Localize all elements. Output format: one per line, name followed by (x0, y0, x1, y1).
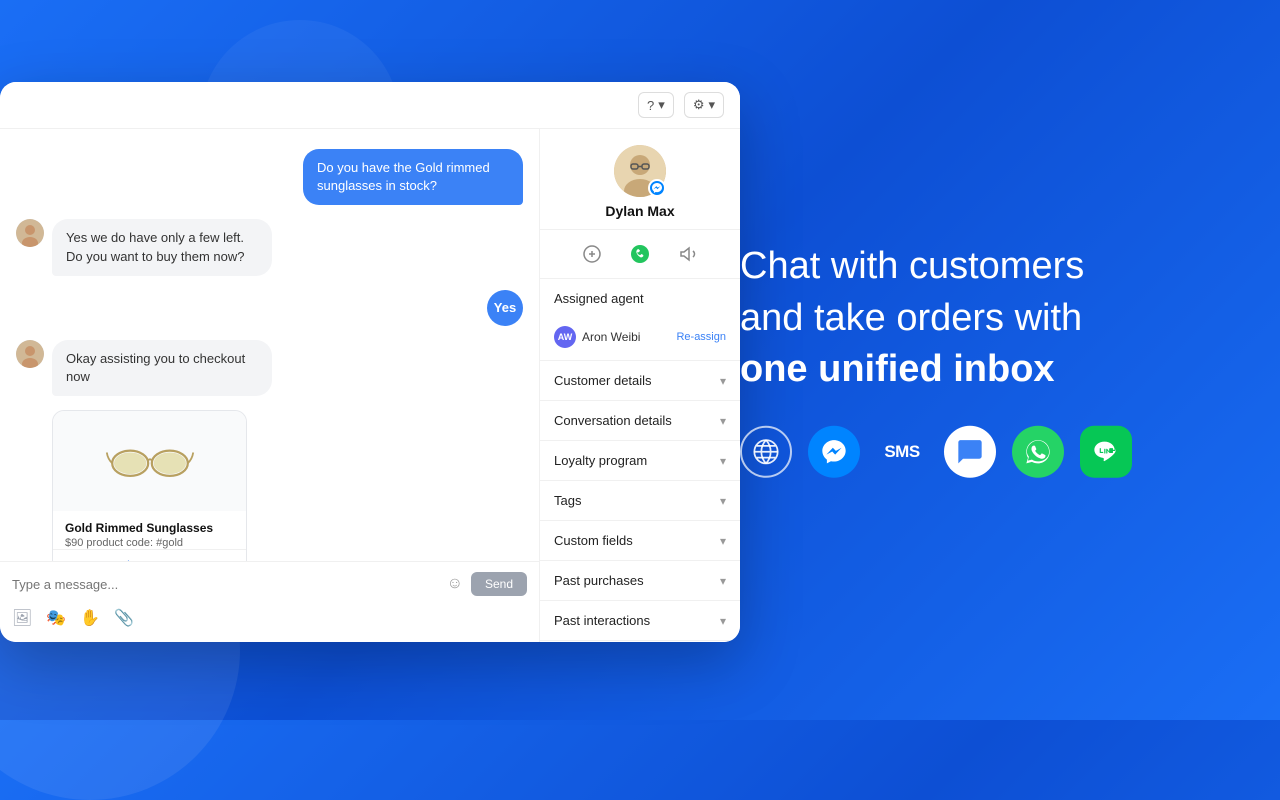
avatar (16, 340, 44, 368)
product-card: Gold Rimmed Sunglasses $90 product code:… (52, 410, 247, 561)
message-input[interactable] (12, 577, 439, 592)
chevron-down-icon: ▾ (720, 454, 726, 468)
settings-icon: ⚙ (693, 97, 705, 113)
send-button[interactable]: Send (471, 572, 527, 596)
chevron-down-icon: ▾ (720, 494, 726, 508)
past-purchases-label: Past purchases (554, 573, 644, 588)
right-panel: Dylan Max (540, 129, 740, 642)
chevron-down-icon: ▾ (720, 574, 726, 588)
contact-header: Dylan Max (540, 129, 740, 230)
conversation-details-section: Conversation details ▾ (540, 401, 740, 441)
attachment-icon[interactable]: 🖼 (12, 608, 32, 628)
contact-avatar-wrap (614, 145, 666, 197)
past-interactions-header[interactable]: Past interactions ▾ (540, 601, 740, 640)
customer-details-label: Customer details (554, 373, 652, 388)
help-button[interactable]: ? ▾ (638, 92, 674, 118)
customer-details-section: Customer details ▾ (540, 361, 740, 401)
conversation-details-header[interactable]: Conversation details ▾ (540, 401, 740, 440)
agent-row: AW Aron Weibi Re-assign (540, 318, 740, 360)
chevron-down-icon: ▾ (720, 534, 726, 548)
messenger-badge (648, 179, 666, 197)
chat-panel: Do you have the Gold rimmed sunglasses i… (0, 129, 540, 642)
assigned-agent-section: Assigned agent AW Aron Weibi Re-assign (540, 279, 740, 361)
megaphone-action-icon[interactable] (674, 240, 702, 268)
contact-actions (540, 230, 740, 279)
bubble-incoming: Okay assisting you to checkout now (52, 340, 272, 396)
chat-action-icon[interactable] (578, 240, 606, 268)
tagline-line2: and take orders with (740, 294, 1220, 342)
loyalty-program-section: Loyalty program ▾ (540, 441, 740, 481)
messenger-icon (808, 425, 860, 477)
product-actions: buy now view details (53, 549, 246, 561)
loyalty-program-header[interactable]: Loyalty program ▾ (540, 441, 740, 480)
avatar (16, 219, 44, 247)
tagline-line1: Chat with customers (740, 243, 1220, 291)
buy-now-button[interactable]: buy now (53, 549, 246, 561)
yes-badge-row: Yes (16, 290, 523, 326)
assigned-agent-label: Assigned agent (554, 291, 644, 306)
product-price: $90 product code: #gold (65, 537, 234, 549)
reassign-button[interactable]: Re-assign (676, 331, 726, 343)
phone-action-icon[interactable] (626, 240, 654, 268)
line-icon (1080, 425, 1132, 477)
custom-fields-label: Custom fields (554, 533, 633, 548)
bubble-incoming: Yes we do have only a few left. Do you w… (52, 219, 272, 275)
past-purchases-header[interactable]: Past purchases ▾ (540, 561, 740, 600)
past-purchases-section: Past purchases ▾ (540, 561, 740, 601)
file-icon[interactable]: 📎 (114, 608, 134, 628)
customer-details-header[interactable]: Customer details ▾ (540, 361, 740, 400)
conversation-details-label: Conversation details (554, 413, 672, 428)
main-content: Do you have the Gold rimmed sunglasses i… (0, 129, 740, 642)
chevron-down-icon: ▾ (720, 374, 726, 388)
assigned-agent-header[interactable]: Assigned agent (540, 279, 740, 318)
channel-icons: SMS (740, 425, 1220, 477)
help-chevron: ▾ (658, 97, 665, 113)
gif-icon[interactable]: 🎭 (46, 608, 66, 628)
chat-bubble-icon (944, 425, 996, 477)
sticker-icon[interactable]: ✋ (80, 608, 100, 628)
product-name: Gold Rimmed Sunglasses (65, 521, 234, 535)
emoji-button[interactable]: ☺ (447, 575, 463, 593)
yes-badge: Yes (487, 290, 523, 326)
message-input-area: ☺ Send 🖼 🎭 ✋ 📎 (0, 561, 539, 642)
right-side-content: Chat with customers and take orders with… (740, 243, 1220, 478)
bubble-outgoing: Do you have the Gold rimmed sunglasses i… (303, 149, 523, 205)
past-interactions-label: Past interactions (554, 613, 650, 628)
past-interactions-section: Past interactions ▾ (540, 601, 740, 641)
input-row: ☺ Send (12, 572, 527, 596)
custom-fields-header[interactable]: Custom fields ▾ (540, 521, 740, 560)
settings-chevron: ▾ (708, 97, 715, 113)
settings-button[interactable]: ⚙ ▾ (684, 92, 724, 118)
loyalty-program-label: Loyalty program (554, 453, 647, 468)
product-card-row: Gold Rimmed Sunglasses $90 product code:… (16, 410, 523, 561)
sms-icon: SMS (876, 425, 928, 477)
globe-icon (740, 425, 792, 477)
tagline-line3: one unified inbox (740, 346, 1220, 394)
tagline-container: Chat with customers and take orders with… (740, 243, 1220, 394)
help-icon: ? (647, 98, 654, 113)
product-image (53, 411, 246, 511)
tags-header[interactable]: Tags ▾ (540, 481, 740, 520)
custom-fields-section: Custom fields ▾ (540, 521, 740, 561)
whatsapp-icon (1012, 425, 1064, 477)
top-bar: ? ▾ ⚙ ▾ (0, 82, 740, 129)
tags-section: Tags ▾ (540, 481, 740, 521)
chevron-down-icon: ▾ (720, 414, 726, 428)
contact-name: Dylan Max (605, 203, 674, 219)
message-row: Yes we do have only a few left. Do you w… (16, 219, 523, 275)
tags-label: Tags (554, 493, 581, 508)
product-info: Gold Rimmed Sunglasses $90 product code:… (53, 511, 246, 549)
chevron-down-icon: ▾ (720, 614, 726, 628)
messages-area: Do you have the Gold rimmed sunglasses i… (0, 129, 539, 561)
agent-avatar: AW (554, 326, 576, 348)
agent-name: Aron Weibi (582, 330, 640, 344)
message-row: Okay assisting you to checkout now (16, 340, 523, 396)
agent-info: AW Aron Weibi (554, 326, 640, 348)
app-window: ? ▾ ⚙ ▾ Do you have the Gold rimmed sung… (0, 82, 740, 642)
toolbar-row: 🖼 🎭 ✋ 📎 (12, 604, 527, 632)
message-row: Do you have the Gold rimmed sunglasses i… (16, 149, 523, 205)
